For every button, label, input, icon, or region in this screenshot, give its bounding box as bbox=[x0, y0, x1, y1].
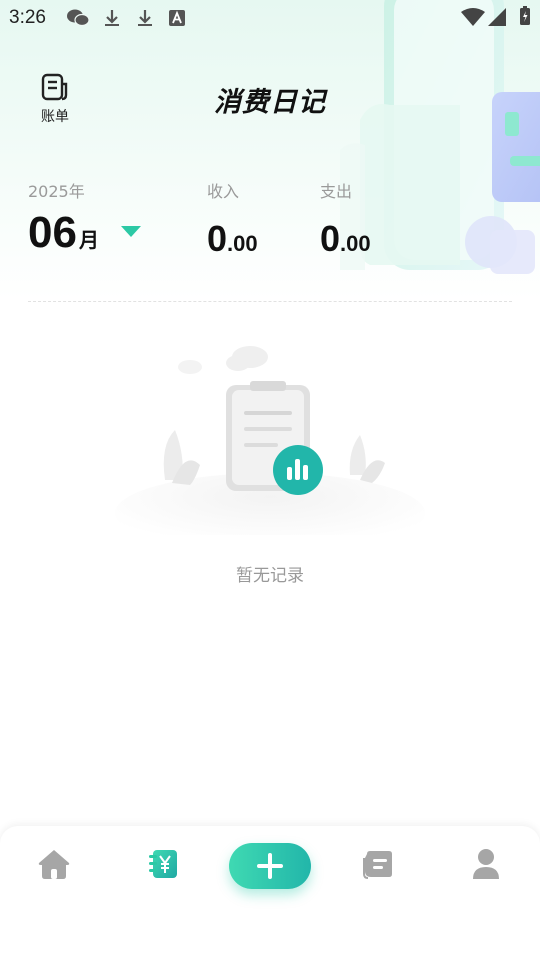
dashed-divider bbox=[28, 301, 512, 302]
expense-int: 0 bbox=[320, 218, 341, 259]
status-time: 3:26 bbox=[9, 7, 46, 28]
wifi-icon bbox=[461, 8, 485, 26]
notes-icon bbox=[363, 851, 392, 879]
ledger-yen-icon bbox=[149, 850, 177, 878]
add-icon bbox=[257, 853, 283, 879]
download-icon bbox=[105, 10, 119, 26]
nav-profile[interactable] bbox=[466, 844, 506, 884]
bottom-nav bbox=[0, 826, 540, 960]
expense-stat: 支出 0.00 bbox=[320, 178, 371, 260]
app-title: 消费日记 bbox=[214, 87, 326, 118]
home-icon bbox=[38, 850, 70, 879]
download-icon bbox=[138, 10, 152, 26]
income-stat: 收入 0.00 bbox=[207, 178, 258, 260]
status-bar: 3:26 bbox=[0, 0, 540, 36]
wechat-icon bbox=[67, 9, 90, 27]
income-value: 0.00 bbox=[207, 218, 258, 260]
nav-ledger[interactable] bbox=[142, 844, 182, 884]
add-button[interactable] bbox=[229, 843, 311, 889]
expense-value: 0.00 bbox=[320, 218, 371, 260]
a-icon bbox=[169, 10, 185, 26]
empty-state-text: 暂无记录 bbox=[236, 566, 304, 586]
empty-illustration bbox=[115, 346, 425, 535]
expense-label: 支出 bbox=[320, 182, 353, 201]
nav-home[interactable] bbox=[34, 844, 74, 884]
month-number: 06 bbox=[28, 208, 77, 257]
nav-notes[interactable] bbox=[358, 844, 398, 884]
month-selector[interactable]: 06 月 bbox=[28, 208, 99, 258]
profile-icon bbox=[473, 849, 499, 879]
signal-icon bbox=[488, 8, 506, 26]
month-unit: 月 bbox=[78, 228, 99, 252]
battery-icon bbox=[520, 6, 530, 25]
income-int: 0 bbox=[207, 218, 228, 259]
expense-dec: .00 bbox=[340, 231, 371, 256]
year-label[interactable]: 2025年 bbox=[28, 178, 85, 202]
caret-down-icon[interactable] bbox=[121, 226, 141, 237]
income-label: 收入 bbox=[207, 182, 240, 201]
income-dec: .00 bbox=[227, 231, 258, 256]
